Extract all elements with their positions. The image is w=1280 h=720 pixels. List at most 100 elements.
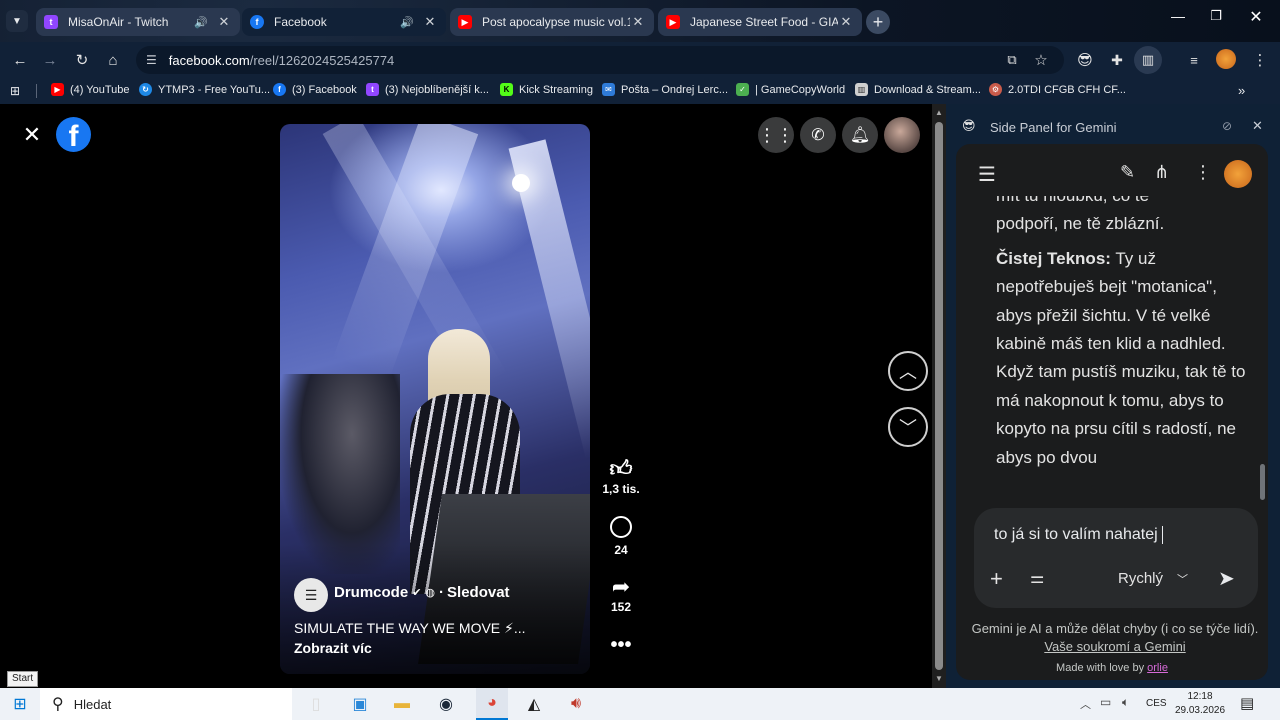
account-avatar[interactable] [884, 117, 920, 153]
bookmark-ytmp3[interactable]: ↻ YTMP3 - Free YouTu... [139, 83, 270, 96]
tab-youtube-music[interactable]: ▶ Post apocalypse music vol.1 - Yo ✕ [450, 8, 654, 36]
speaker-icon[interactable]: 🔊 [194, 16, 208, 29]
menu-grid-icon[interactable]: ⋮⋮ [758, 117, 794, 153]
new-tab-button[interactable]: + [866, 10, 890, 34]
file-icon[interactable]: ▯ [304, 692, 328, 716]
share-icon: ➦ [611, 574, 631, 599]
previous-reel-button[interactable]: ︿ [888, 351, 928, 391]
bookmark-tdi[interactable]: ⚙ 2.0TDI CFGB CFH CF... [989, 83, 1126, 96]
file-explorer-icon[interactable]: ▬ [390, 692, 414, 716]
ytmp3-icon: ↻ [139, 83, 152, 96]
tab-search-button[interactable]: ▼ [6, 10, 28, 32]
input-language[interactable]: CES [1146, 698, 1167, 709]
speaker-icon[interactable]: 🔊 [400, 16, 414, 29]
bookmark-download-stream[interactable]: ▥ Download & Stream... [855, 83, 981, 96]
apps-grid-icon[interactable]: ⊞ [10, 84, 20, 98]
bookmarks-overflow-icon[interactable]: » [1238, 83, 1245, 98]
tab-facebook[interactable]: f Facebook 🔊 ✕ [242, 8, 446, 36]
window-close-button[interactable]: ✕ [1246, 7, 1266, 31]
side-panel-close-icon[interactable]: ✕ [1252, 118, 1263, 134]
taskbar-search[interactable]: ⚲ Hledat [40, 688, 292, 720]
network-icon[interactable]: ▭ [1100, 695, 1111, 709]
page-scrollbar[interactable]: ▲ ▼ [932, 104, 946, 688]
share-icon[interactable]: ⋔ [1154, 162, 1169, 183]
autodesk-icon[interactable]: ◭ [522, 692, 546, 716]
tab-title: Facebook [274, 15, 327, 29]
scroll-down-arrow[interactable]: ▼ [935, 674, 943, 683]
bookmark-posta[interactable]: ✉ Pošta – Ondrej Lerc... [602, 83, 728, 96]
bookmark-facebook[interactable]: f (3) Facebook [273, 83, 357, 96]
bookmark-twitch[interactable]: t (3) Nejoblíbenější k... [366, 83, 489, 96]
model-selector[interactable]: Rychlý ﹀ [1118, 570, 1188, 587]
next-reel-button[interactable]: ﹀ [888, 407, 928, 447]
close-icon[interactable]: ✕ [838, 14, 854, 30]
extensions-puzzle-icon[interactable]: ✚ [1107, 50, 1127, 70]
prompt-input[interactable]: to já si to valím nahatej [994, 526, 1234, 544]
bookmark-gamecopyworld[interactable]: ✓ | GameCopyWorld [736, 83, 845, 96]
chrome-icon[interactable]: ◕ [476, 688, 508, 720]
youtube-icon: ▶ [666, 15, 680, 29]
back-button[interactable]: ← [10, 50, 30, 70]
facebook-logo[interactable]: f [56, 117, 91, 152]
gemini-panel: ☰ ✎ ⋔ ⋮ mít tu hloubku, co tě podpoří, n… [956, 144, 1268, 680]
steam-icon[interactable]: ◉ [434, 692, 458, 716]
add-attachment-icon[interactable]: + [990, 566, 1003, 592]
bookmark-star-icon[interactable]: ☆ [1031, 50, 1051, 70]
photos-icon[interactable]: ▣ [348, 692, 372, 716]
bookmark-youtube[interactable]: ▶ (4) YouTube [51, 83, 130, 96]
side-panel-toggle-icon[interactable]: ▥ [1134, 46, 1162, 74]
minimize-button[interactable]: — [1168, 8, 1188, 32]
gemini-user-avatar[interactable] [1224, 160, 1252, 188]
channel-name[interactable]: Drumcode [334, 584, 408, 601]
address-bar[interactable]: ☰ facebook.com/reel/1262024525425774 [136, 46, 1064, 74]
bookmark-kick[interactable]: K Kick Streaming [500, 83, 593, 96]
privacy-link[interactable]: Vaše soukromí a Gemini [1044, 639, 1185, 654]
gemini-scrollbar-thumb[interactable] [1260, 464, 1265, 500]
media-controls-icon[interactable]: ≡ [1184, 50, 1204, 70]
scroll-up-arrow[interactable]: ▲ [935, 108, 943, 117]
scrollbar-thumb[interactable] [935, 122, 943, 670]
pin-icon[interactable]: ⊘ [1222, 119, 1232, 133]
share-action[interactable]: ➦ 152 [600, 574, 642, 614]
close-icon[interactable]: ✕ [216, 14, 232, 30]
close-icon[interactable]: ✕ [630, 14, 646, 30]
forward-button[interactable]: → [40, 50, 60, 70]
plus-icon: + [872, 11, 884, 32]
like-action[interactable]: 👍︎ 1,3 tis. [600, 456, 642, 496]
send-icon[interactable]: ➤ [1218, 566, 1235, 591]
start-button[interactable]: ⊞ [0, 688, 40, 720]
notifications-icon[interactable]: ▤ [1240, 694, 1254, 712]
notifications-bell-icon[interactable]: 🔔︎ [842, 117, 878, 153]
bullet-text: Ty už nepotřebuješ bejt "motanica", abys… [996, 248, 1246, 467]
more-menu-icon[interactable]: ⋮ [1250, 50, 1270, 70]
tray-overflow-icon[interactable]: ︿ [1080, 696, 1091, 712]
follow-button[interactable]: Sledovat [447, 584, 510, 601]
tab-youtube-food[interactable]: ▶ Japanese Street Food - GIANT A ✕ [658, 8, 862, 36]
reel-video[interactable]: ☰ Drumcode ✔ ◍ · Sledovat SIMULATE THE W… [280, 124, 590, 674]
home-button[interactable]: ⌂ [103, 50, 123, 70]
more-options-icon[interactable]: ••• [600, 634, 642, 657]
new-chat-icon[interactable]: ✎ [1120, 162, 1135, 183]
channel-avatar[interactable]: ☰ [294, 578, 328, 612]
clock[interactable]: 12:18 29.03.2026 [1172, 690, 1228, 718]
author-link[interactable]: orlie [1147, 662, 1168, 674]
reload-button[interactable]: ↻ [72, 50, 92, 70]
show-more-link[interactable]: Zobrazit víc [294, 640, 372, 656]
speaker-app-icon[interactable]: 🔊︎ [564, 692, 588, 716]
more-options-icon[interactable]: ⋮ [1194, 162, 1212, 183]
close-icon[interactable]: ✕ [422, 14, 438, 30]
volume-icon[interactable]: 🔈︎ [1122, 695, 1129, 710]
hamburger-menu-icon[interactable]: ☰ [978, 162, 996, 187]
tab-twitch[interactable]: t MisaOnAir - Twitch 🔊 ✕ [36, 8, 240, 36]
extension-avatar-icon[interactable]: 😎 [1075, 50, 1095, 70]
maximize-button[interactable]: ❐ [1206, 8, 1226, 32]
tools-icon[interactable]: ⚌ [1030, 568, 1044, 588]
bookmarks-bar: ⊞ ▶ (4) YouTube ↻ YTMP3 - Free YouTu... f(… [0, 78, 1280, 104]
close-reel-button[interactable]: ✕ [22, 122, 42, 147]
comment-action[interactable]: 24 [600, 516, 642, 557]
bullet-term: Čistej Teknos: [996, 248, 1111, 268]
messenger-icon[interactable]: ✆ [800, 117, 836, 153]
site-info-icon[interactable]: ☰ [146, 53, 157, 67]
install-app-icon[interactable]: ⧉ [1002, 50, 1022, 70]
profile-avatar[interactable] [1216, 49, 1236, 69]
